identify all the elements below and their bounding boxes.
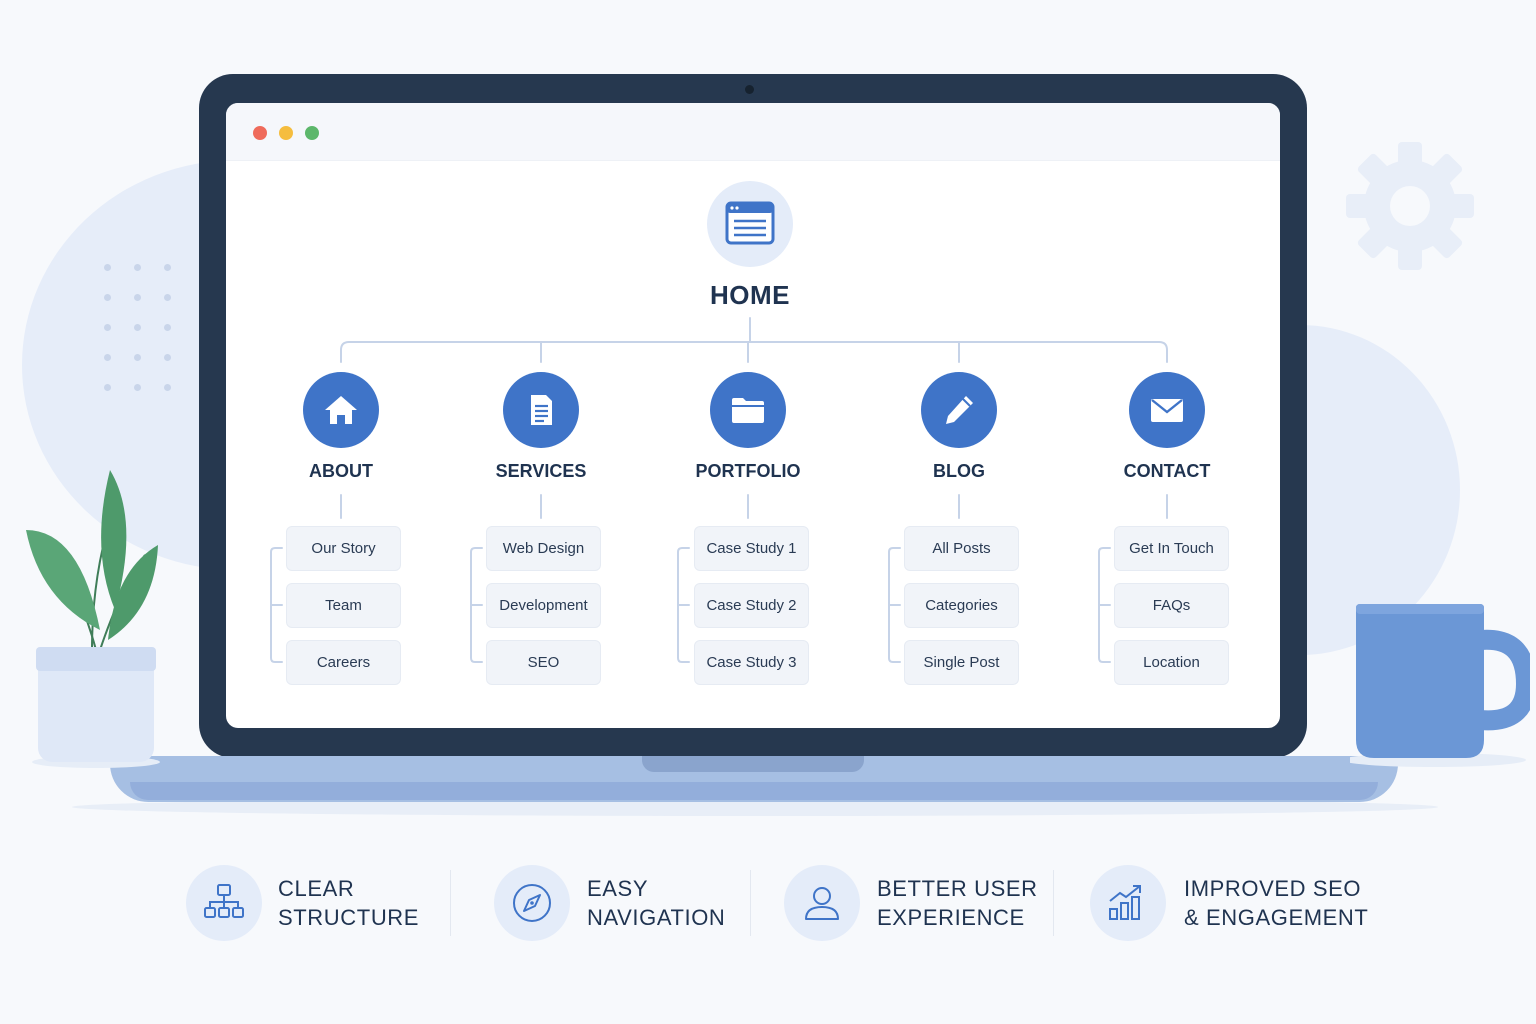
feature-line-2: STRUCTURE [278, 905, 420, 930]
category-label-contact[interactable]: CONTACT [1077, 461, 1257, 482]
feature-line-1: EASY [587, 876, 649, 901]
category-label-blog[interactable]: BLOG [869, 461, 1049, 482]
feature-icon-clear-structure [186, 865, 262, 941]
feature-line-1: IMPROVED SEO [1184, 876, 1362, 901]
envelope-icon [1151, 399, 1183, 422]
coffee-mug-icon [1350, 604, 1530, 767]
camera-dot [745, 85, 754, 94]
home-node-icon[interactable] [707, 181, 793, 267]
sitemap-item-case-study-3[interactable]: Case Study 3 [694, 640, 809, 685]
browser-titlebar [226, 103, 1280, 161]
dot-grid-decoration [104, 264, 204, 399]
maximize-window-button[interactable] [305, 126, 319, 140]
folder-icon [732, 398, 764, 423]
user-icon [805, 887, 839, 920]
feature-icon-better-user-experience [784, 865, 860, 941]
sitemap-item-location[interactable]: Location [1114, 640, 1229, 685]
sitemap-item-seo[interactable]: SEO [486, 640, 601, 685]
sitemap-item-team[interactable]: Team [286, 583, 401, 628]
sitemap-item-categories[interactable]: Categories [904, 583, 1019, 628]
sitemap-item-our-story[interactable]: Our Story [286, 526, 401, 571]
sitemap-item-web-design[interactable]: Web Design [486, 526, 601, 571]
sitemap-item-single-post[interactable]: Single Post [904, 640, 1019, 685]
feature-line-2: NAVIGATION [587, 905, 726, 930]
hierarchy-icon [204, 884, 244, 918]
category-label-portfolio[interactable]: PORTFOLIO [658, 461, 838, 482]
sitemap-item-faqs[interactable]: FAQs [1114, 583, 1229, 628]
feature-divider [450, 870, 451, 936]
sitemap-item-all-posts[interactable]: All Posts [904, 526, 1019, 571]
laptop-notch [642, 756, 864, 772]
sitemap-item-case-study-1[interactable]: Case Study 1 [694, 526, 809, 571]
about-node-icon[interactable] [303, 372, 379, 448]
growth-chart-icon [1109, 885, 1141, 920]
portfolio-node-icon[interactable] [710, 372, 786, 448]
sitemap-item-careers[interactable]: Careers [286, 640, 401, 685]
category-label-about[interactable]: ABOUT [251, 461, 431, 482]
feature-text-better-user-experience: BETTER USER EXPERIENCE [877, 874, 1038, 932]
pencil-icon [946, 396, 973, 424]
category-label-services[interactable]: SERVICES [451, 461, 631, 482]
feature-line-1: CLEAR [278, 876, 355, 901]
feature-icon-easy-navigation [494, 865, 570, 941]
gear-icon [1346, 142, 1474, 270]
sitemap-item-development[interactable]: Development [486, 583, 601, 628]
close-window-button[interactable] [253, 126, 267, 140]
house-icon [325, 396, 357, 424]
minimize-window-button[interactable] [279, 126, 293, 140]
contact-node-icon[interactable] [1129, 372, 1205, 448]
sitemap-item-case-study-2[interactable]: Case Study 2 [694, 583, 809, 628]
feature-line-1: BETTER USER [877, 876, 1038, 901]
browser-window-icon [725, 201, 775, 245]
feature-divider [750, 870, 751, 936]
home-node-label[interactable]: HOME [650, 280, 850, 311]
laptop-base-edge [130, 782, 1378, 800]
services-node-icon[interactable] [503, 372, 579, 448]
plant-pot-rim [36, 647, 156, 671]
feature-text-easy-navigation: EASY NAVIGATION [587, 874, 725, 932]
feature-text-improved-seo: IMPROVED SEO & ENGAGEMENT [1184, 874, 1368, 932]
document-icon [531, 395, 552, 425]
feature-icon-improved-seo [1090, 865, 1166, 941]
blog-node-icon[interactable] [921, 372, 997, 448]
feature-divider [1053, 870, 1054, 936]
plant-leaves-icon [26, 470, 158, 651]
compass-icon [513, 884, 551, 922]
sitemap-item-get-in-touch[interactable]: Get In Touch [1114, 526, 1229, 571]
feature-line-2: EXPERIENCE [877, 905, 1025, 930]
feature-text-clear-structure: CLEAR STRUCTURE [278, 874, 419, 932]
feature-line-2: & ENGAGEMENT [1184, 905, 1369, 930]
